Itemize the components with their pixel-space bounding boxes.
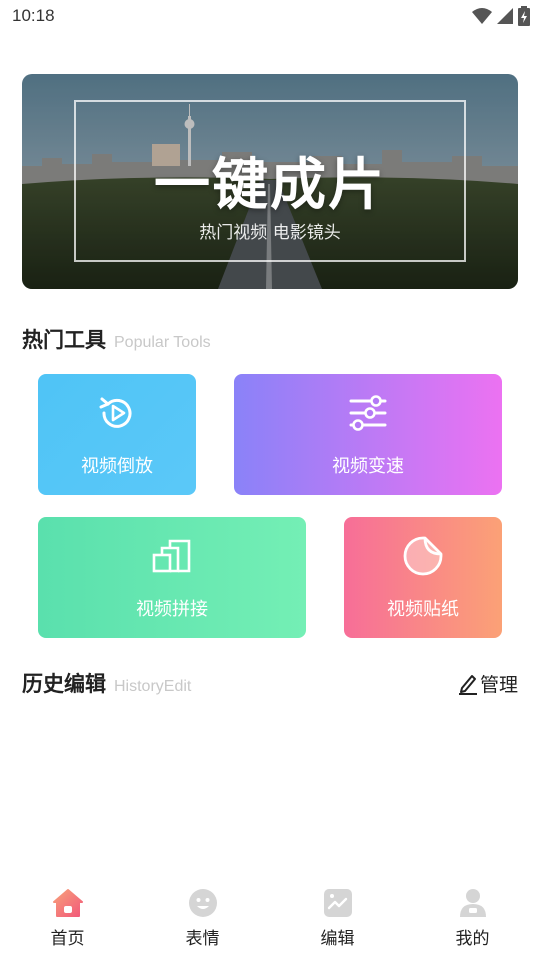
person-icon — [459, 889, 486, 917]
video-splice-button[interactable]: 视频拼接 — [38, 517, 306, 638]
status-time: 10:18 — [12, 6, 55, 25]
nav-label: 表情 — [185, 929, 220, 949]
layers-icon — [152, 539, 191, 573]
status-icons — [472, 6, 530, 26]
tool-label: 视频变速 — [332, 456, 404, 477]
nav-label: 我的 — [455, 929, 490, 949]
bottom-nav: 首页 表情 编辑 我的 — [0, 880, 540, 960]
section-title: 热门工具 — [22, 328, 106, 352]
nav-item-home[interactable]: 首页 — [0, 880, 135, 960]
banner-title: 一键成片 — [154, 153, 386, 218]
banner-subtitle: 热门视频 电影镜头 — [199, 223, 341, 243]
nav-label: 首页 — [50, 929, 85, 949]
replay-icon — [99, 397, 132, 428]
video-speed-button[interactable]: 视频变速 — [234, 374, 502, 495]
one-click-video-banner[interactable]: 一键成片 热门视频 电影镜头 — [22, 74, 518, 289]
smiley-icon — [188, 889, 217, 917]
status-bar: 10:18 — [0, 0, 540, 36]
nav-item-profile[interactable]: 我的 — [405, 880, 540, 960]
history-edit-header: 历史编辑 HistoryEdit — [22, 668, 191, 698]
section-title: 历史编辑 — [22, 672, 106, 696]
image-edit-icon — [323, 889, 352, 917]
pen-edit-icon — [458, 674, 477, 695]
battery-icon — [518, 6, 530, 26]
nav-item-edit[interactable]: 编辑 — [270, 880, 405, 960]
nav-item-emoji[interactable]: 表情 — [135, 880, 270, 960]
video-sticker-button[interactable]: 视频贴纸 — [344, 517, 502, 638]
manage-label: 管理 — [479, 674, 518, 696]
manage-button[interactable]: 管理 — [458, 670, 518, 697]
wifi-icon — [472, 8, 492, 24]
section-subtitle: Popular Tools — [114, 334, 211, 351]
video-reverse-button[interactable]: 视频倒放 — [38, 374, 196, 495]
popular-tools-header: 热门工具 Popular Tools — [22, 324, 211, 354]
home-icon — [52, 889, 83, 917]
section-subtitle: HistoryEdit — [114, 678, 192, 695]
sliders-icon — [349, 395, 387, 431]
tool-label: 视频倒放 — [81, 456, 153, 477]
signal-icon — [497, 8, 513, 24]
tool-label: 视频贴纸 — [387, 599, 459, 620]
tool-label: 视频拼接 — [136, 599, 208, 620]
sticker-icon — [403, 536, 443, 576]
nav-label: 编辑 — [320, 929, 355, 949]
